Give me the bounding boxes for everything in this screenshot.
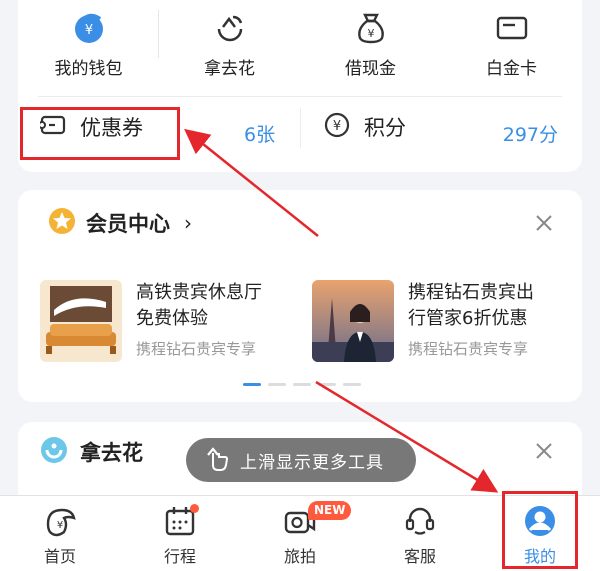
yen-circle-icon: ¥	[324, 112, 350, 142]
tab-travel-photo[interactable]: NEW 旅拍	[240, 496, 360, 571]
butler-thumbnail	[312, 280, 394, 362]
wallet-item-my-wallet[interactable]: ¥ 我的钱包	[18, 0, 159, 82]
naquhua-title: 拿去花	[80, 441, 143, 465]
promo-subtitle: 携程钻石贵宾专享	[408, 340, 529, 358]
wallet-icon: ¥	[69, 8, 109, 48]
chevron-right-icon: ›	[184, 211, 192, 235]
promo-subtitle: 携程钻石贵宾专享	[136, 340, 257, 358]
wallet-item-label: 白金卡	[486, 59, 537, 79]
carousel-dot	[318, 383, 336, 386]
wallet-item-platinum-card[interactable]: 白金卡	[441, 0, 582, 82]
close-icon[interactable]	[532, 439, 556, 463]
wallet-item-label: 我的钱包	[54, 59, 123, 79]
member-center-title: 会员中心	[86, 212, 170, 236]
divider	[158, 10, 159, 58]
tab-home[interactable]: ¥ 首页	[0, 496, 120, 571]
swipe-up-hand-icon	[200, 443, 230, 477]
promo-title-line: 免费体验	[136, 308, 208, 329]
new-badge: NEW	[308, 501, 352, 520]
promo-title-line: 携程钻石贵宾出	[408, 282, 534, 303]
carousel-pagination	[243, 383, 368, 386]
card-icon	[492, 8, 532, 48]
coupon-count[interactable]: 6张	[244, 120, 275, 147]
tab-label: 行程	[163, 547, 196, 566]
close-icon[interactable]	[532, 211, 556, 235]
tab-itinerary[interactable]: 行程	[120, 496, 240, 571]
wallet-row: ¥ 我的钱包 拿去花 ¥ 借现金 白金卡	[18, 0, 582, 82]
promo-title-line: 行管家6折优惠	[408, 308, 528, 329]
toast-text: 上滑显示更多工具	[240, 452, 384, 473]
naquhua-logo-icon	[40, 436, 68, 468]
svg-text:¥: ¥	[333, 119, 341, 134]
points-label: 积分	[364, 116, 406, 140]
naquhua-icon	[210, 8, 250, 48]
annotation-box-coupon	[20, 107, 180, 160]
tab-customer-service[interactable]: 客服	[360, 496, 480, 571]
lounge-thumbnail	[40, 280, 122, 362]
swipe-up-toast: 上滑显示更多工具	[186, 438, 416, 482]
member-center-header[interactable]: 会员中心 ›	[48, 207, 192, 239]
wallet-item-naquhua[interactable]: 拿去花	[159, 0, 300, 82]
carousel-dot	[268, 383, 286, 386]
tab-label: 首页	[43, 547, 76, 566]
tab-label: 旅拍	[283, 547, 316, 566]
star-badge-icon	[48, 207, 76, 239]
divider	[38, 96, 562, 97]
money-bag-icon: ¥	[351, 8, 391, 48]
points-entry[interactable]: ¥ 积分	[324, 112, 406, 142]
wallet-item-borrow-cash[interactable]: ¥ 借现金	[300, 0, 441, 82]
wallet-item-label: 借现金	[345, 59, 396, 79]
svg-text:¥: ¥	[84, 23, 92, 38]
carousel-dot	[293, 383, 311, 386]
points-count[interactable]: 297分	[503, 120, 558, 147]
divider	[300, 108, 301, 148]
wallet-item-label: 拿去花	[204, 59, 255, 79]
carousel-dot-active	[243, 383, 261, 386]
naquhua-header[interactable]: 拿去花	[40, 436, 143, 468]
carousel-dot	[343, 383, 361, 386]
svg-text:¥: ¥	[57, 520, 63, 531]
notification-dot	[190, 504, 199, 513]
svg-text:¥: ¥	[367, 27, 374, 40]
headset-icon	[400, 502, 440, 540]
tab-label: 客服	[403, 547, 436, 566]
home-dolphin-icon: ¥	[40, 502, 80, 540]
annotation-box-mine-tab	[502, 491, 578, 569]
promo-item-butler[interactable]: 携程钻石贵宾出 行管家6折优惠 携程钻石贵宾专享	[312, 280, 568, 362]
promo-item-lounge[interactable]: 高铁贵宾休息厅 免费体验 携程钻石贵宾专享	[40, 280, 296, 362]
promo-title-line: 高铁贵宾休息厅	[136, 282, 262, 303]
member-center-card: 会员中心 › 高铁贵宾休息厅 免费体验 携程钻石贵宾专享 携程钻石贵宾出 行管家…	[18, 190, 582, 402]
